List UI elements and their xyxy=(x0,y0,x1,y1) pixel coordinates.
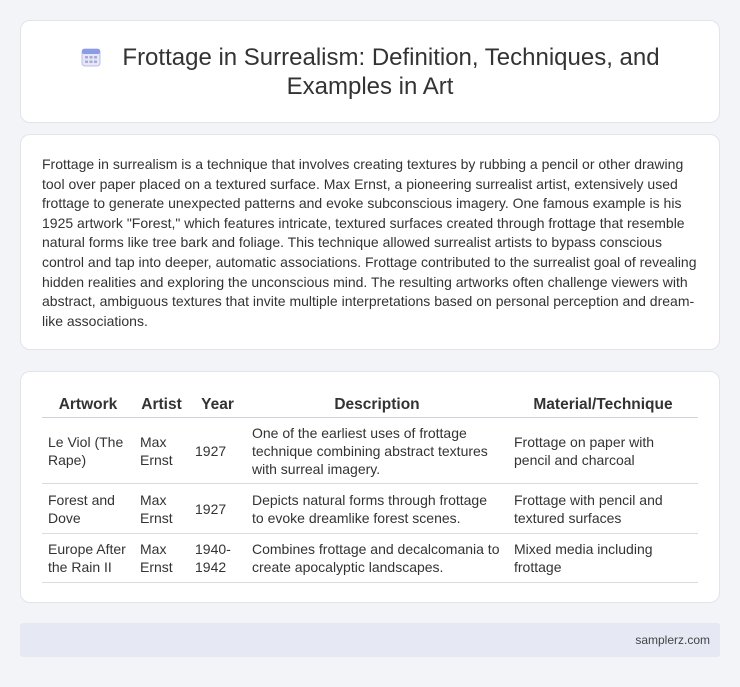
cell-artwork: Le Viol (The Rape) xyxy=(42,417,134,484)
cell-year: 1940-1942 xyxy=(189,533,246,583)
cell-year: 1927 xyxy=(189,417,246,484)
page-title: Frottage in Surrealism: Definition, Tech… xyxy=(21,43,719,101)
table-card: Artwork Artist Year Description Material… xyxy=(20,371,720,603)
title-line-2: Examples in Art xyxy=(286,73,454,100)
footer-site-link[interactable]: samplerz.com xyxy=(635,633,710,647)
header-artist: Artist xyxy=(134,393,189,418)
cell-material: Frottage on paper with pencil and charco… xyxy=(508,417,698,484)
cell-description: One of the earliest uses of frottage tec… xyxy=(246,417,508,484)
title-card: Frottage in Surrealism: Definition, Tech… xyxy=(20,20,720,123)
cell-artist: Max Ernst xyxy=(134,533,189,583)
intro-card: Frottage in surrealism is a technique th… xyxy=(20,134,720,350)
header-year: Year xyxy=(189,393,246,418)
header-description: Description xyxy=(246,393,508,418)
table-row: Le Viol (The Rape) Max Ernst 1927 One of… xyxy=(42,417,698,484)
title-line-1: Frottage in Surrealism: Definition, Tech… xyxy=(122,44,660,71)
intro-paragraph: Frottage in surrealism is a technique th… xyxy=(42,156,697,329)
cell-year: 1927 xyxy=(189,483,246,534)
cell-artwork: Europe After the Rain II xyxy=(42,533,134,583)
cell-material: Frottage with pencil and textured surfac… xyxy=(508,483,698,534)
header-artwork: Artwork xyxy=(42,393,134,418)
cell-artwork: Forest and Dove xyxy=(42,483,134,534)
table-header-row: Artwork Artist Year Description Material… xyxy=(42,393,698,418)
table-row: Europe After the Rain II Max Ernst 1940-… xyxy=(42,533,698,583)
footer: samplerz.com xyxy=(20,623,720,657)
header-material: Material/Technique xyxy=(508,393,698,418)
table-row: Forest and Dove Max Ernst 1927 Depicts n… xyxy=(42,483,698,534)
artworks-table: Artwork Artist Year Description Material… xyxy=(42,393,698,583)
cell-description: Depicts natural forms through frottage t… xyxy=(246,483,508,534)
cell-description: Combines frottage and decalcomania to cr… xyxy=(246,533,508,583)
cell-artist: Max Ernst xyxy=(134,417,189,484)
calendar-icon xyxy=(81,48,101,67)
cell-material: Mixed media including frottage xyxy=(508,533,698,583)
cell-artist: Max Ernst xyxy=(134,483,189,534)
